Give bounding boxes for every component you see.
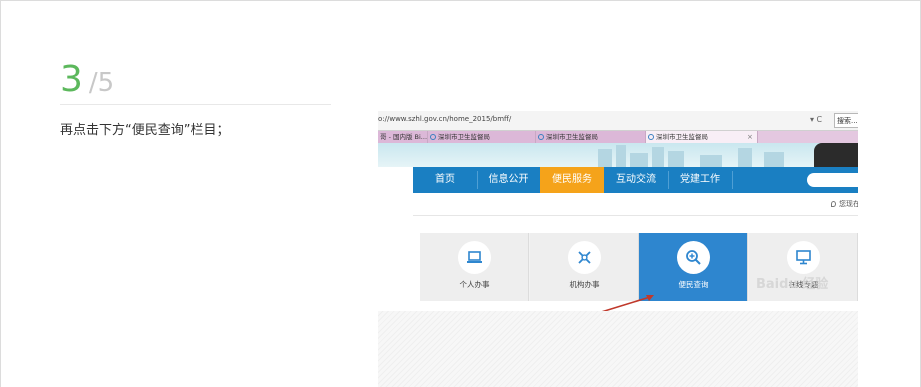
- location-pin-icon: [831, 201, 836, 207]
- nav-item-home: 首页: [435, 174, 455, 185]
- nav-separator: [732, 171, 733, 189]
- building-graphic: [630, 153, 648, 167]
- browser-tab: 哥 - 国内版 Bi...: [378, 131, 428, 143]
- browser-tab: 深圳市卫生监督局: [536, 131, 646, 143]
- step-instruction: 再点击下方“便民查询”栏目；: [60, 123, 230, 138]
- building-graphic: [652, 147, 664, 167]
- building-graphic: [616, 145, 626, 167]
- address-url: o://www.szhl.gov.cn/home_2015/bmff/: [378, 115, 512, 123]
- browser-tab-strip: 哥 - 国内版 Bi... 深圳市卫生监督局 深圳市卫生监督局 深圳市卫生监督局…: [378, 131, 858, 143]
- location-label: 您现在: [831, 199, 858, 209]
- site-main-nav: 首页 信息公开 便民服务 互动交流 党建工作: [413, 167, 858, 193]
- step-current-number: 3: [60, 59, 83, 100]
- ie-icon: [538, 134, 544, 140]
- step-total-number: /5: [88, 68, 115, 98]
- tab-close-icon: ×: [747, 133, 753, 141]
- nav-item-public-service: 便民服务: [540, 167, 604, 193]
- ie-icon: [648, 134, 654, 140]
- baidu-watermark: Baidu 经验: [756, 277, 829, 292]
- monitor-icon: [787, 241, 820, 274]
- browser-search-box: 搜索...: [834, 113, 858, 128]
- page-background-pattern: [378, 311, 858, 387]
- magnifier-plus-icon: [677, 241, 710, 274]
- card-label: 便民查询: [678, 280, 709, 289]
- browser-tab-active: 深圳市卫生监督局: [646, 131, 758, 143]
- address-dropdown-refresh-icon: ▾ C: [810, 115, 823, 124]
- building-graphic: [738, 148, 752, 167]
- nav-item-party-work: 党建工作: [680, 174, 720, 185]
- banner-figure: [814, 143, 858, 167]
- ie-icon: [430, 134, 436, 140]
- tools-icon: [568, 241, 601, 274]
- site-search-box: [807, 173, 858, 187]
- embedded-screenshot: o://www.szhl.gov.cn/home_2015/bmff/ ▾ C …: [378, 105, 858, 387]
- nav-item-interaction: 互动交流: [616, 174, 656, 185]
- building-graphic: [700, 155, 722, 167]
- card-label: 机构办事: [569, 280, 600, 289]
- card-personal-affairs: 个人办事: [420, 233, 529, 301]
- step-divider: [60, 104, 331, 105]
- location-row: 您现在: [413, 194, 858, 216]
- nav-item-info-public: 信息公开: [488, 174, 529, 185]
- building-graphic: [598, 149, 612, 167]
- building-graphic: [668, 151, 684, 167]
- browser-tab: 深圳市卫生监督局: [428, 131, 536, 143]
- card-label: 个人办事: [459, 280, 490, 289]
- building-graphic: [764, 152, 784, 167]
- browser-address-bar: o://www.szhl.gov.cn/home_2015/bmff/ ▾ C …: [378, 111, 858, 131]
- laptop-icon: [458, 241, 491, 274]
- site-banner: [378, 143, 858, 167]
- step-counter: 3 /5: [60, 60, 114, 100]
